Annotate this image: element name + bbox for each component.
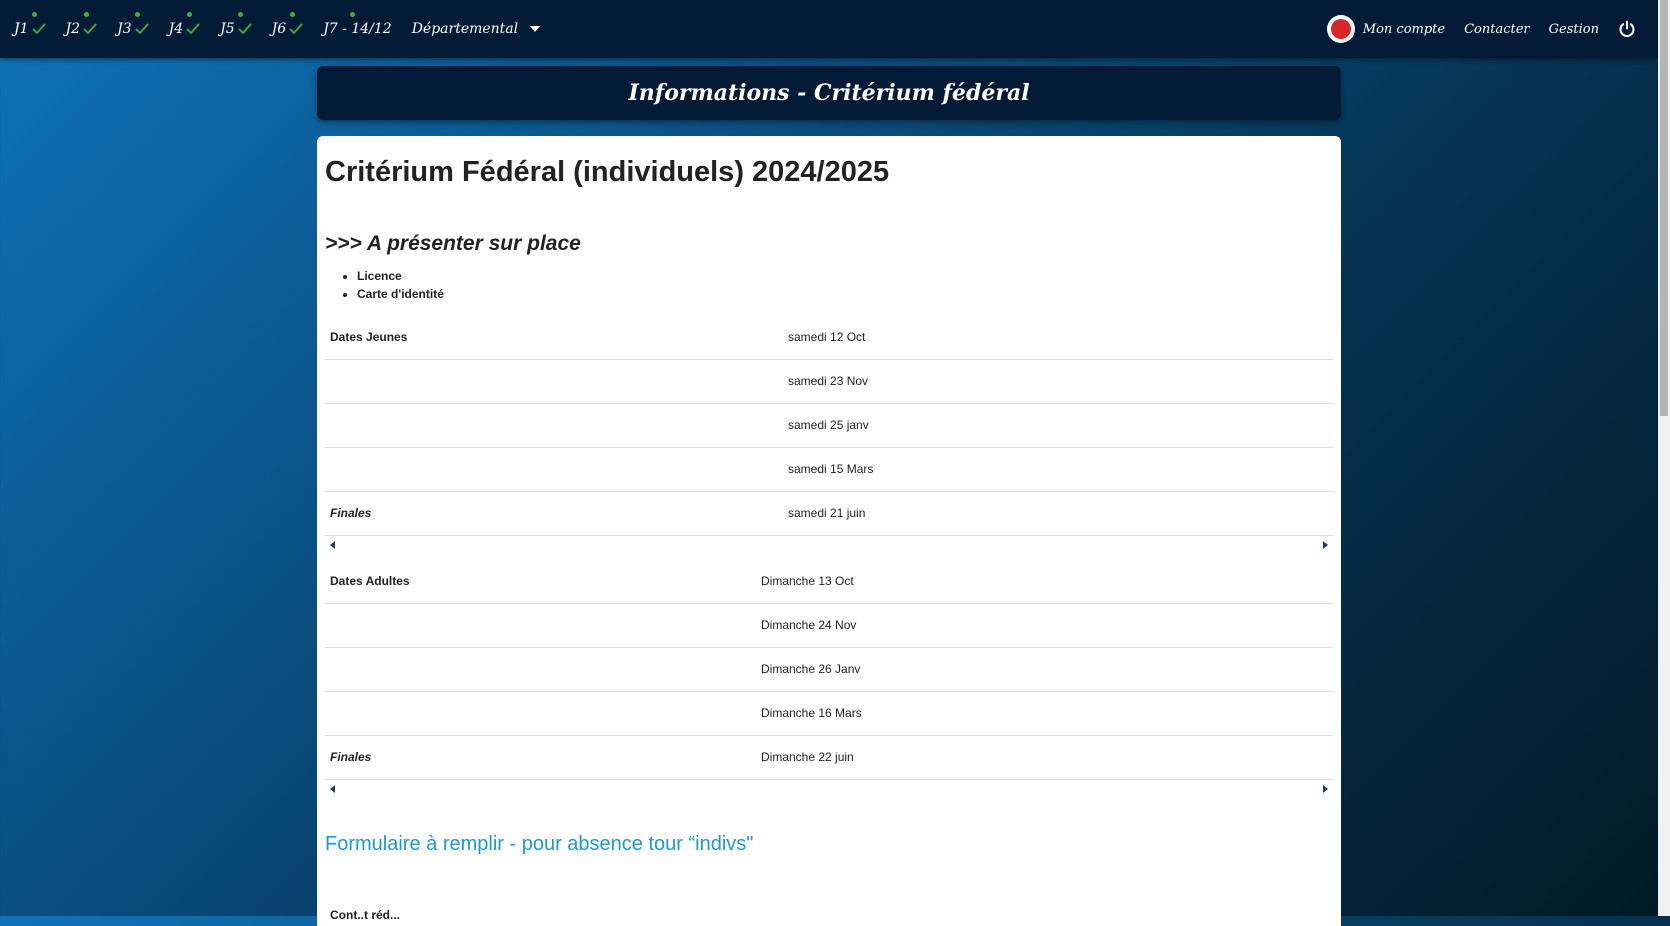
row-date: samedi 21 juin bbox=[788, 506, 866, 520]
scroll-right-icon[interactable] bbox=[1323, 541, 1328, 549]
status-dot bbox=[32, 12, 37, 17]
table-scrollbar[interactable] bbox=[325, 536, 1333, 554]
check-icon bbox=[238, 23, 252, 35]
nav-j4-label: J4 bbox=[168, 21, 184, 37]
check-icon bbox=[289, 23, 303, 35]
row-label: Finales bbox=[330, 750, 372, 764]
table-row: Finales Dimanche 22 juin bbox=[325, 736, 1333, 780]
check-icon bbox=[186, 23, 200, 35]
table-row: samedi 25 janv bbox=[325, 404, 1333, 448]
row-date: samedi 15 Mars bbox=[788, 462, 874, 476]
nav-j1[interactable]: J1 bbox=[14, 12, 46, 37]
check-icon bbox=[31, 23, 46, 35]
power-icon[interactable] bbox=[1618, 20, 1636, 38]
list-item: Licence bbox=[357, 267, 444, 285]
row-label: Dates Jeunes bbox=[330, 330, 408, 344]
top-navbar: J1 J2 J3 J4 J5 J6 J7 - 14/12 Département… bbox=[0, 0, 1658, 58]
table-row: Dimanche 16 Mars bbox=[325, 692, 1333, 736]
page-title: Critérium Fédéral (individuels) 2024/202… bbox=[325, 156, 890, 188]
table-row: Finales samedi 21 juin bbox=[325, 492, 1333, 536]
caret-down-icon bbox=[530, 26, 541, 32]
journee-nav: J1 J2 J3 J4 J5 J6 J7 - 14/12 Département… bbox=[14, 0, 541, 58]
nav-j4[interactable]: J4 bbox=[168, 12, 201, 37]
page-header-title: Informations - Critérium fédéral bbox=[628, 80, 1030, 106]
nav-j6-label: J6 bbox=[271, 21, 287, 37]
status-dot bbox=[135, 12, 141, 17]
scroll-right-icon[interactable] bbox=[1323, 785, 1328, 793]
page-scrollbar[interactable] bbox=[1658, 0, 1670, 916]
contact-link[interactable]: Contacter bbox=[1464, 22, 1530, 37]
nav-j7[interactable]: J7 - 14/12 bbox=[323, 12, 392, 37]
dates-adultes-table: Dates Adultes Dimanche 13 Oct Dimanche 24… bbox=[325, 560, 1333, 798]
content-card: Critérium Fédéral (individuels) 2024/202… bbox=[317, 136, 1341, 926]
row-date: Dimanche 26 Janv bbox=[761, 662, 861, 676]
status-dot bbox=[350, 12, 356, 17]
status-dot bbox=[83, 12, 89, 17]
check-icon bbox=[134, 23, 149, 35]
nav-j2[interactable]: J2 bbox=[65, 12, 98, 37]
table-row: Dimanche 24 Nov bbox=[325, 604, 1333, 648]
row-date: Dimanche 24 Nov bbox=[761, 618, 857, 632]
departemental-dropdown[interactable]: Départemental bbox=[411, 21, 541, 37]
dates-jeunes-table: Dates Jeunes samedi 12 Oct samedi 23 Nov … bbox=[325, 316, 1333, 554]
table-row: Dimanche 26 Janv bbox=[325, 648, 1333, 692]
absence-form-link[interactable]: Formulaire à remplir - pour absence tour… bbox=[325, 833, 753, 856]
nav-j3[interactable]: J3 bbox=[117, 12, 149, 37]
nav-j6[interactable]: J6 bbox=[271, 12, 304, 37]
nav-j7-label: J7 - 14/12 bbox=[323, 21, 392, 37]
status-dot bbox=[186, 12, 192, 17]
avatar-image bbox=[1330, 19, 1351, 39]
row-date: samedi 23 Nov bbox=[788, 374, 869, 388]
scroll-left-icon[interactable] bbox=[330, 541, 335, 549]
dropdown-label: Départemental bbox=[411, 21, 519, 37]
nav-j3-label: J3 bbox=[117, 21, 132, 37]
status-dot bbox=[289, 12, 295, 17]
row-date: samedi 25 janv bbox=[788, 418, 869, 432]
row-date: Dimanche 16 Mars bbox=[761, 706, 862, 720]
table-scrollbar[interactable] bbox=[325, 780, 1333, 798]
account-nav: Mon compte Contacter Gestion bbox=[1326, 0, 1636, 58]
nav-j5-label: J5 bbox=[220, 21, 235, 37]
section-subtitle: >>> A présenter sur place bbox=[325, 232, 581, 255]
scrollbar-thumb[interactable] bbox=[1660, 0, 1668, 416]
page-header: Informations - Critérium fédéral bbox=[317, 66, 1341, 120]
row-date: samedi 12 Oct bbox=[788, 330, 866, 344]
cut-off-text: Cont..t réd... bbox=[330, 908, 400, 922]
account-link[interactable]: Mon compte bbox=[1363, 22, 1445, 37]
row-label: Finales bbox=[330, 506, 372, 520]
check-icon bbox=[83, 23, 97, 35]
table-row: samedi 23 Nov bbox=[325, 360, 1333, 404]
status-dot bbox=[238, 12, 244, 17]
scroll-left-icon[interactable] bbox=[330, 785, 335, 793]
nav-j2-label: J2 bbox=[65, 21, 81, 37]
documents-list: Licence Carte d'identité bbox=[325, 267, 444, 303]
table-row: samedi 15 Mars bbox=[325, 448, 1333, 492]
nav-j5[interactable]: J5 bbox=[220, 12, 252, 37]
row-date: Dimanche 13 Oct bbox=[761, 574, 854, 588]
nav-j1-label: J1 bbox=[14, 21, 29, 37]
list-item: Carte d'identité bbox=[357, 285, 444, 303]
gestion-link[interactable]: Gestion bbox=[1549, 22, 1599, 37]
row-date: Dimanche 22 juin bbox=[761, 750, 854, 764]
row-label: Dates Adultes bbox=[330, 574, 410, 588]
avatar[interactable] bbox=[1326, 15, 1355, 43]
table-row: Dates Jeunes samedi 12 Oct bbox=[325, 316, 1333, 360]
table-row: Dates Adultes Dimanche 13 Oct bbox=[325, 560, 1333, 604]
